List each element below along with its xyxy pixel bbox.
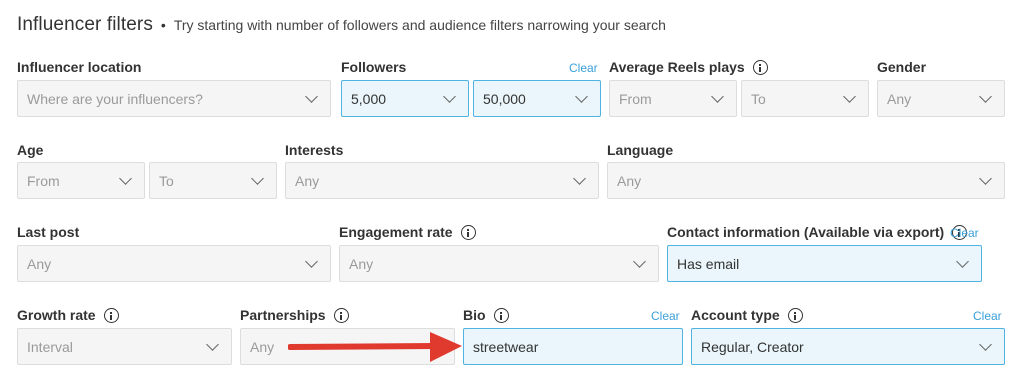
chevron-down-icon (443, 90, 456, 103)
partnerships-label-text: Partnerships (240, 307, 326, 323)
gender-label: Gender (877, 59, 926, 75)
engagement-rate-label: Engagement rate (339, 224, 476, 240)
info-icon[interactable] (493, 307, 509, 323)
interests-label-text: Interests (285, 142, 344, 158)
followers-to-value: 50,000 (483, 90, 526, 107)
partnerships-value: Any (250, 338, 275, 355)
page-subtitle: Try starting with number of followers an… (173, 17, 666, 33)
bio-value: streetwear (473, 338, 539, 355)
red-arrow-annotation (288, 332, 462, 362)
followers-clear-link[interactable]: Clear (569, 61, 598, 75)
interests-label: Interests (285, 142, 343, 158)
page-title: Influencer filters (17, 14, 153, 35)
account-type-value: Regular, Creator (701, 338, 804, 355)
contact-information-value: Has email (677, 255, 740, 272)
followers-to-select[interactable]: 50,000 (473, 80, 601, 117)
followers-label: Followers (341, 59, 406, 75)
interests-select[interactable]: Any (285, 162, 599, 199)
influencer-location-select[interactable]: Where are your influencers? (17, 80, 331, 117)
gender-value: Any (887, 90, 912, 107)
interests-value: Any (295, 172, 320, 189)
growth-rate-select[interactable]: Interval (17, 328, 232, 365)
last-post-select[interactable]: Any (17, 245, 331, 282)
contact-information-clear-link[interactable]: Clear (950, 226, 979, 240)
contact-information-label-text: Contact information (Available via expor… (667, 224, 945, 240)
chevron-down-icon (206, 338, 219, 351)
chevron-down-icon (979, 338, 992, 351)
age-from-select[interactable]: From (17, 162, 145, 199)
age-from-value: From (27, 172, 60, 189)
chevron-down-icon (633, 255, 646, 268)
filters-header: Influencer filters • Try starting with n… (17, 14, 666, 36)
info-icon[interactable] (787, 307, 803, 323)
contact-information-select[interactable]: Has email (667, 245, 982, 282)
chevron-down-icon (119, 172, 132, 185)
language-label-text: Language (607, 142, 674, 158)
contact-information-label: Contact information (Available via expor… (667, 224, 968, 240)
account-type-label: Account type (691, 307, 803, 323)
language-value: Any (617, 172, 642, 189)
avg-reels-plays-from-value: From (619, 90, 652, 107)
chevron-down-icon (711, 90, 724, 103)
chevron-down-icon (251, 172, 264, 185)
chevron-down-icon (573, 172, 586, 185)
avg-reels-plays-from-select[interactable]: From (609, 80, 737, 117)
chevron-down-icon (979, 90, 992, 103)
info-icon[interactable] (460, 224, 476, 240)
influencer-location-placeholder: Where are your influencers? (27, 90, 203, 107)
info-icon[interactable] (333, 307, 349, 323)
language-label: Language (607, 142, 673, 158)
account-type-select[interactable]: Regular, Creator (691, 328, 1005, 365)
influencer-location-label: Influencer location (17, 59, 141, 75)
gender-select[interactable]: Any (877, 80, 1005, 117)
age-label-text: Age (17, 142, 44, 158)
account-type-label-text: Account type (691, 307, 780, 323)
avg-reels-plays-to-select[interactable]: To (741, 80, 869, 117)
bio-input[interactable]: streetwear (463, 328, 683, 365)
info-icon[interactable] (103, 307, 119, 323)
header-separator: • (160, 17, 166, 33)
followers-from-value: 5,000 (351, 90, 387, 107)
info-icon[interactable] (752, 59, 768, 75)
chevron-down-icon (575, 90, 588, 103)
last-post-label-text: Last post (17, 224, 80, 240)
chevron-down-icon (843, 90, 856, 103)
last-post-value: Any (27, 255, 52, 272)
growth-rate-label-text: Growth rate (17, 307, 96, 323)
chevron-down-icon (305, 90, 318, 103)
age-to-select[interactable]: To (149, 162, 277, 199)
arrow-head (430, 332, 462, 362)
age-label: Age (17, 142, 43, 158)
chevron-down-icon (956, 255, 969, 268)
engagement-rate-label-text: Engagement rate (339, 224, 453, 240)
engagement-rate-value: Any (349, 255, 374, 272)
followers-label-text: Followers (341, 59, 407, 75)
avg-reels-plays-to-value: To (751, 90, 766, 107)
influencer-location-label-text: Influencer location (17, 59, 142, 75)
gender-label-text: Gender (877, 59, 927, 75)
engagement-rate-select[interactable]: Any (339, 245, 659, 282)
age-to-value: To (159, 172, 174, 189)
bio-clear-link[interactable]: Clear (651, 309, 680, 323)
chevron-down-icon (305, 255, 318, 268)
bio-label: Bio (463, 307, 509, 323)
growth-rate-value: Interval (27, 338, 73, 355)
followers-from-select[interactable]: 5,000 (341, 80, 469, 117)
avg-reels-plays-label: Average Reels plays (609, 59, 768, 75)
avg-reels-plays-label-text: Average Reels plays (609, 59, 745, 75)
account-type-clear-link[interactable]: Clear (973, 309, 1002, 323)
bio-label-text: Bio (463, 307, 486, 323)
chevron-down-icon (979, 172, 992, 185)
arrow-shaft (288, 343, 439, 350)
last-post-label: Last post (17, 224, 79, 240)
growth-rate-label: Growth rate (17, 307, 119, 323)
partnerships-label: Partnerships (240, 307, 349, 323)
language-select[interactable]: Any (607, 162, 1005, 199)
